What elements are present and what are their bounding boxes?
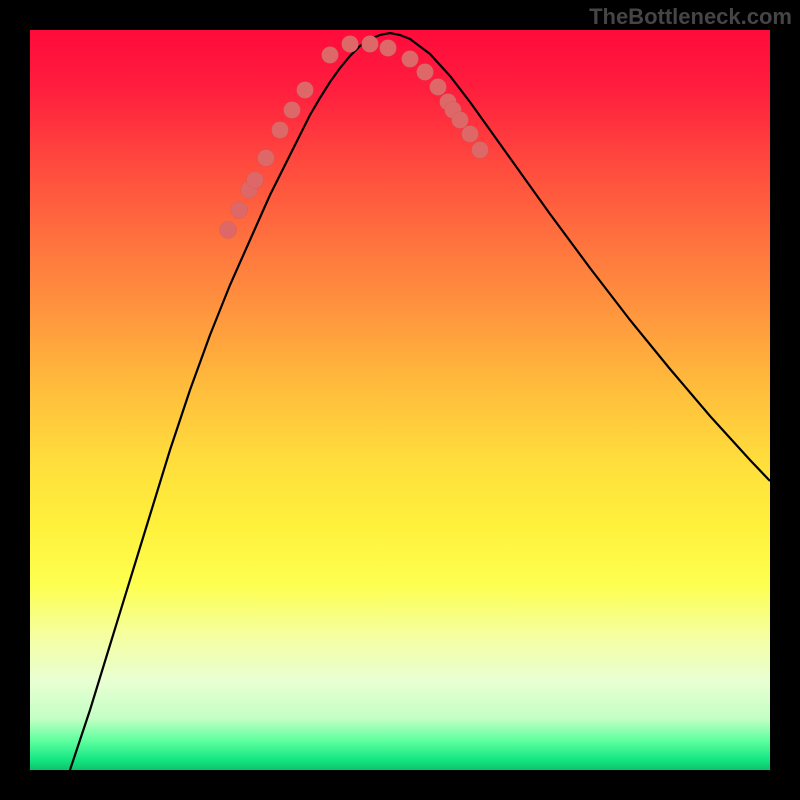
data-point <box>430 79 447 96</box>
data-point <box>284 102 301 119</box>
data-point <box>462 126 479 143</box>
data-point <box>322 47 339 64</box>
data-point <box>380 40 397 57</box>
data-point <box>272 122 289 139</box>
data-point <box>417 64 434 81</box>
data-point <box>220 222 237 239</box>
data-point <box>362 36 379 53</box>
data-point <box>402 51 419 68</box>
watermark-text: TheBottleneck.com <box>589 4 792 30</box>
data-point <box>258 150 275 167</box>
data-point <box>342 36 359 53</box>
bottleneck-curve <box>70 33 770 770</box>
scatter-points <box>220 36 489 239</box>
data-point <box>297 82 314 99</box>
data-point <box>452 112 469 129</box>
chart-svg <box>30 30 770 770</box>
data-point <box>231 202 248 219</box>
data-point <box>472 142 489 159</box>
plot-area <box>30 30 770 770</box>
data-point <box>247 172 264 189</box>
